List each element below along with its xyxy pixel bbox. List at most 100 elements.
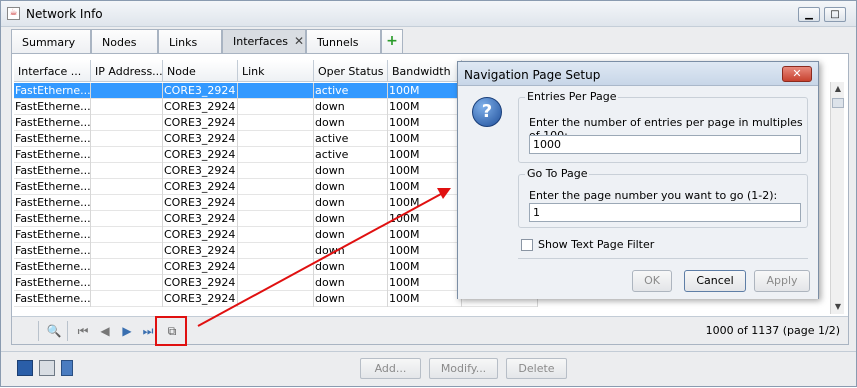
table-cell: CORE3_2924 (163, 195, 238, 211)
tab-summary[interactable]: Summary (11, 29, 91, 53)
table-cell (91, 147, 163, 163)
export-icon[interactable] (61, 360, 73, 376)
table-cell (238, 163, 314, 179)
show-text-page-filter-checkbox[interactable] (521, 239, 533, 251)
java-app-icon: ☕ (7, 7, 20, 20)
minimize-button[interactable]: ▁ (798, 7, 820, 22)
add-button[interactable]: Add... (360, 358, 421, 379)
table-cell: down (314, 259, 388, 275)
entries-per-page-input[interactable]: 1000 (529, 135, 801, 154)
tab-links[interactable]: Links (158, 29, 222, 53)
table-cell (91, 179, 163, 195)
tab-label: Interfaces (233, 35, 288, 48)
column-header-node[interactable]: Node (163, 60, 238, 82)
tab-label: Links (169, 36, 198, 49)
table-cell (238, 243, 314, 259)
annotation-highlight-box (155, 316, 187, 346)
table-cell (91, 291, 163, 307)
modify-button[interactable]: Modify... (429, 358, 498, 379)
table-cell: FastEtherne... (15, 83, 91, 99)
column-header-oper-status[interactable]: Oper Status (314, 60, 388, 82)
table-cell: 100M (388, 131, 462, 147)
table-cell (91, 83, 163, 99)
toolbar-separator (67, 321, 68, 341)
maximize-button[interactable]: □ (824, 7, 846, 22)
dialog-title: Navigation Page Setup (464, 68, 601, 82)
first-page-icon[interactable]: ⏮ (74, 322, 92, 340)
save-icon[interactable] (17, 360, 33, 376)
title-bar: ☕ Network Info ▁ □ (1, 1, 856, 27)
table-cell (238, 259, 314, 275)
table-cell: FastEtherne... (15, 147, 91, 163)
table-cell: 100M (388, 195, 462, 211)
apply-button[interactable]: Apply (754, 270, 810, 292)
table-cell: CORE3_2924 (163, 259, 238, 275)
table-cell (238, 131, 314, 147)
previous-page-icon[interactable]: ◀ (96, 322, 114, 340)
entries-per-page-label: Entries Per Page (525, 90, 619, 103)
table-cell (91, 211, 163, 227)
table-cell: CORE3_2924 (163, 115, 238, 131)
table-cell (91, 115, 163, 131)
table-cell: 100M (388, 115, 462, 131)
navigation-page-setup-dialog: Navigation Page Setup ✕ ? Entries Per Pa… (457, 61, 819, 299)
go-to-page-input[interactable]: 1 (529, 203, 801, 222)
table-cell: CORE3_2924 (163, 179, 238, 195)
column-header-ip-address[interactable]: IP Address... (91, 60, 163, 82)
column-header-link[interactable]: Link (238, 60, 314, 82)
scroll-down-icon[interactable]: ▼ (831, 300, 845, 314)
go-to-page-prompt: Enter the page number you want to go (1-… (529, 189, 778, 202)
vertical-scrollbar[interactable]: ▲ ▼ (830, 82, 844, 314)
table-cell (238, 99, 314, 115)
show-text-page-filter-label: Show Text Page Filter (538, 238, 655, 251)
add-tab-icon[interactable]: + (381, 29, 403, 53)
close-tab-icon[interactable]: ✕ (294, 34, 304, 48)
table-cell: down (314, 275, 388, 291)
table-cell: down (314, 163, 388, 179)
dialog-close-button[interactable]: ✕ (782, 66, 812, 82)
table-cell: 100M (388, 211, 462, 227)
table-cell (238, 147, 314, 163)
table-cell: FastEtherne... (15, 99, 91, 115)
table-cell (238, 83, 314, 99)
network-info-window: ☕ Network Info ▁ □ Summary Nodes Links I… (0, 0, 857, 387)
window-title: Network Info (26, 7, 103, 21)
table-cell: down (314, 99, 388, 115)
scroll-thumb[interactable] (832, 98, 844, 108)
table-cell: down (314, 291, 388, 307)
ok-button[interactable]: OK (632, 270, 672, 292)
tab-tunnels[interactable]: Tunnels (306, 29, 381, 53)
page-info: 1000 of 1137 (page 1/2) (705, 324, 840, 337)
table-cell: FastEtherne... (15, 179, 91, 195)
table-cell (238, 115, 314, 131)
dialog-divider (518, 258, 808, 259)
tab-label: Tunnels (317, 36, 359, 49)
dialog-body: ? Entries Per Page Enter the number of e… (458, 87, 818, 299)
column-header-interface[interactable]: Interface ... (14, 60, 91, 82)
table-cell: down (314, 243, 388, 259)
table-cell: FastEtherne... (15, 227, 91, 243)
table-cell: 100M (388, 227, 462, 243)
cancel-button[interactable]: Cancel (684, 270, 746, 292)
tab-interfaces[interactable]: Interfaces ✕ (222, 29, 306, 54)
table-cell: FastEtherne... (15, 211, 91, 227)
dialog-title-bar: Navigation Page Setup ✕ (458, 62, 818, 86)
tab-label: Nodes (102, 36, 137, 49)
tab-nodes[interactable]: Nodes (91, 29, 158, 53)
table-cell: CORE3_2924 (163, 83, 238, 99)
search-icon[interactable]: 🔍 (45, 322, 63, 340)
table-cell: CORE3_2924 (163, 147, 238, 163)
bottom-toolbar: Add... Modify... Delete (1, 351, 856, 386)
next-page-icon[interactable]: ▶ (118, 322, 136, 340)
table-cell: 100M (388, 99, 462, 115)
table-cell (91, 131, 163, 147)
print-icon[interactable] (39, 360, 55, 376)
table-cell: CORE3_2924 (163, 291, 238, 307)
table-cell: down (314, 227, 388, 243)
table-cell: FastEtherne... (15, 259, 91, 275)
delete-button[interactable]: Delete (506, 358, 567, 379)
scroll-up-icon[interactable]: ▲ (831, 82, 845, 96)
column-header-bandwidth[interactable]: Bandwidth (388, 60, 462, 82)
table-cell: down (314, 179, 388, 195)
table-cell: 100M (388, 275, 462, 291)
